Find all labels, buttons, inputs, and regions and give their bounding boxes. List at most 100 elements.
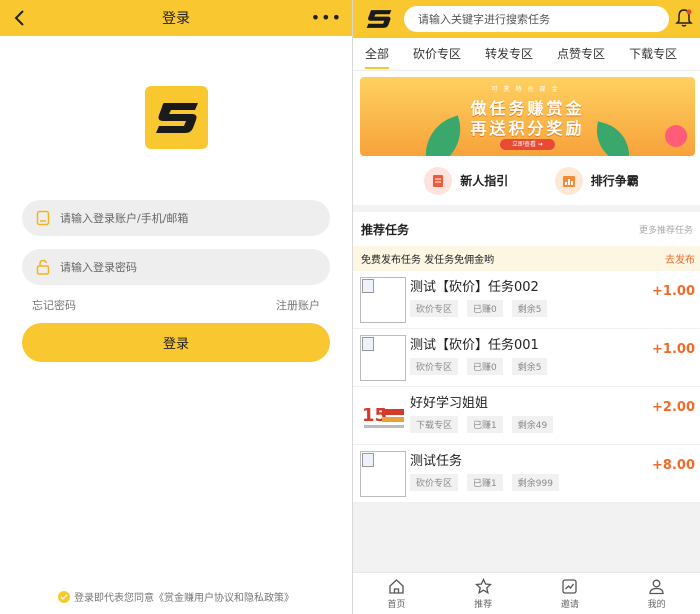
tab-all[interactable]: 全部 (353, 38, 401, 71)
task-name: 好好学习姐姐 (410, 396, 489, 411)
nav-invite-label: 邀请 (560, 599, 579, 610)
star-icon (474, 577, 492, 594)
agreement: 登录即代表您同意《赏金赚用户协议和隐私政策》 (0, 589, 352, 604)
bell-icon[interactable] (675, 8, 693, 28)
account-icon (36, 210, 50, 226)
task-category: 下载专区 (410, 416, 459, 433)
nav-invite[interactable]: 邀请 (527, 573, 614, 614)
agreement-text[interactable]: 登录即代表您同意《赏金赚用户协议和隐私政策》 (74, 589, 294, 604)
task-info: 测试【砍价】任务001 砍价专区 已赚0 剩余5 (410, 338, 556, 375)
task-info: 好好学习姐姐 下载专区 已赚1 剩余49 (410, 396, 562, 433)
back-icon[interactable] (10, 7, 30, 29)
account-input[interactable] (60, 211, 300, 225)
tab-like[interactable]: 点赞专区 (545, 38, 617, 71)
task-remaining: 剩余999 (511, 474, 559, 491)
task-remaining: 剩余5 (511, 300, 548, 317)
tab-more[interactable]: 关 (689, 38, 700, 71)
nav-mine-label: 我的 (647, 599, 666, 610)
forgot-password-link[interactable]: 忘记密码 (32, 297, 76, 313)
quick-guide[interactable]: 新人指引 (424, 166, 509, 195)
nav-recommend-label: 推荐 (474, 599, 493, 610)
recommend-title: 推荐任务 (361, 222, 410, 237)
task-reward: +1.00 (652, 342, 695, 357)
recommend-header: 推荐任务 更多推荐任务 (353, 212, 700, 246)
more-icon[interactable]: ••• (311, 8, 342, 27)
nav-mine[interactable]: 我的 (613, 573, 700, 614)
guide-icon (424, 166, 453, 195)
task-image-icon: 15 (362, 405, 404, 428)
banner-area: 可赏特兑现金 做任务赚赏金 再送积分奖励 立即查看 ➜ (353, 71, 700, 156)
task-thumbnail (360, 334, 406, 381)
agree-checkbox[interactable] (58, 590, 70, 603)
home-screen: 全部 砍价专区 转发专区 点赞专区 下载专区 关 可赏特兑现金 做任务赚赏金 再… (353, 0, 700, 614)
task-tags: 砍价专区 已赚0 剩余5 (410, 300, 556, 317)
task-tags: 砍价专区 已赚0 剩余5 (410, 358, 556, 375)
task-earned: 已赚1 (467, 474, 503, 491)
tab-download[interactable]: 下载专区 (617, 38, 689, 71)
task-category: 砍价专区 (410, 358, 459, 375)
banner-button[interactable]: 立即查看 ➜ (500, 139, 555, 150)
quick-guide-label: 新人指引 (460, 174, 509, 188)
invite-icon (562, 578, 578, 594)
tab-bargain[interactable]: 砍价专区 (401, 38, 473, 71)
ranking-icon (554, 166, 583, 195)
home-icon (389, 578, 404, 594)
task-info: 测试任务 砍价专区 已赚1 剩余999 (410, 454, 568, 491)
task-earned: 已赚0 (467, 358, 503, 375)
task-name: 测试【砍价】任务002 (410, 280, 539, 295)
task-row[interactable]: 测试【砍价】任务002 砍价专区 已赚0 剩余5 +1.00 (353, 271, 700, 329)
password-field[interactable] (22, 249, 330, 285)
task-remaining: 剩余49 (511, 416, 554, 433)
task-row[interactable]: 15 好好学习姐姐 下载专区 已赚1 剩余49 +2.00 (353, 387, 700, 445)
quick-ranking[interactable]: 排行争霸 (554, 166, 639, 195)
app-logo-icon (366, 10, 392, 28)
task-reward: +1.00 (652, 284, 695, 299)
search-bar[interactable] (404, 6, 669, 32)
recommend-more-link[interactable]: 更多推荐任务 (639, 223, 693, 236)
task-tags: 砍价专区 已赚1 剩余999 (410, 474, 568, 491)
task-tags: 下载专区 已赚1 剩余49 (410, 416, 562, 433)
login-screen: 登录 ••• 忘记密码 注册账户 登录 登录即代表您同意《赏金赚用户协议和隐私政… (0, 0, 352, 614)
lock-icon (36, 259, 50, 275)
task-earned: 已赚0 (467, 300, 503, 317)
task-earned: 已赚1 (467, 416, 503, 433)
task-category: 砍价专区 (410, 474, 459, 491)
task-row[interactable]: 测试【砍价】任务001 砍价专区 已赚0 剩余5 +1.00 (353, 329, 700, 387)
home-header (353, 0, 700, 38)
task-reward: +2.00 (652, 400, 695, 415)
nav-home-label: 首页 (387, 599, 406, 610)
banner-subtitle: 可赏特兑现金 (491, 86, 564, 93)
quick-links: 新人指引 排行争霸 (353, 156, 700, 205)
task-name: 测试【砍价】任务001 (410, 338, 539, 353)
account-field[interactable] (22, 200, 330, 236)
task-thumbnail (360, 450, 406, 497)
register-link[interactable]: 注册账户 (276, 297, 320, 313)
nav-home[interactable]: 首页 (353, 573, 440, 614)
password-input[interactable] (60, 260, 300, 274)
publish-notice: 免费发布任务 发任务免佣金哟 去发布 (353, 246, 700, 271)
login-links: 忘记密码 注册账户 (32, 297, 320, 313)
task-thumbnail: 15 (360, 392, 406, 439)
check-icon (60, 594, 68, 600)
login-header: 登录 ••• (0, 0, 352, 36)
app-logo (145, 86, 208, 149)
nav-recommend[interactable]: 推荐 (440, 573, 527, 614)
bottom-nav: 首页 推荐 邀请 我的 (353, 572, 700, 614)
task-reward: +8.00 (652, 458, 695, 473)
quick-ranking-label: 排行争霸 (590, 174, 639, 188)
task-name: 测试任务 (410, 454, 463, 469)
user-icon (649, 579, 664, 594)
task-info: 测试【砍价】任务002 砍价专区 已赚0 剩余5 (410, 280, 556, 317)
task-category: 砍价专区 (410, 300, 459, 317)
tab-forward[interactable]: 转发专区 (473, 38, 545, 71)
page-title: 登录 (162, 11, 190, 27)
search-input[interactable] (418, 12, 658, 26)
promo-banner[interactable]: 可赏特兑现金 做任务赚赏金 再送积分奖励 立即查看 ➜ (360, 77, 695, 156)
svg-text:15: 15 (362, 405, 387, 426)
recommend-section: 推荐任务 更多推荐任务 免费发布任务 发任务免佣金哟 去发布 测试【砍价】任务0… (353, 212, 700, 503)
task-thumbnail (360, 276, 406, 323)
task-row[interactable]: 测试任务 砍价专区 已赚1 剩余999 +8.00 (353, 445, 700, 503)
task-remaining: 剩余5 (511, 358, 548, 375)
login-button[interactable]: 登录 (22, 323, 330, 362)
publish-link[interactable]: 去发布 (665, 251, 695, 266)
